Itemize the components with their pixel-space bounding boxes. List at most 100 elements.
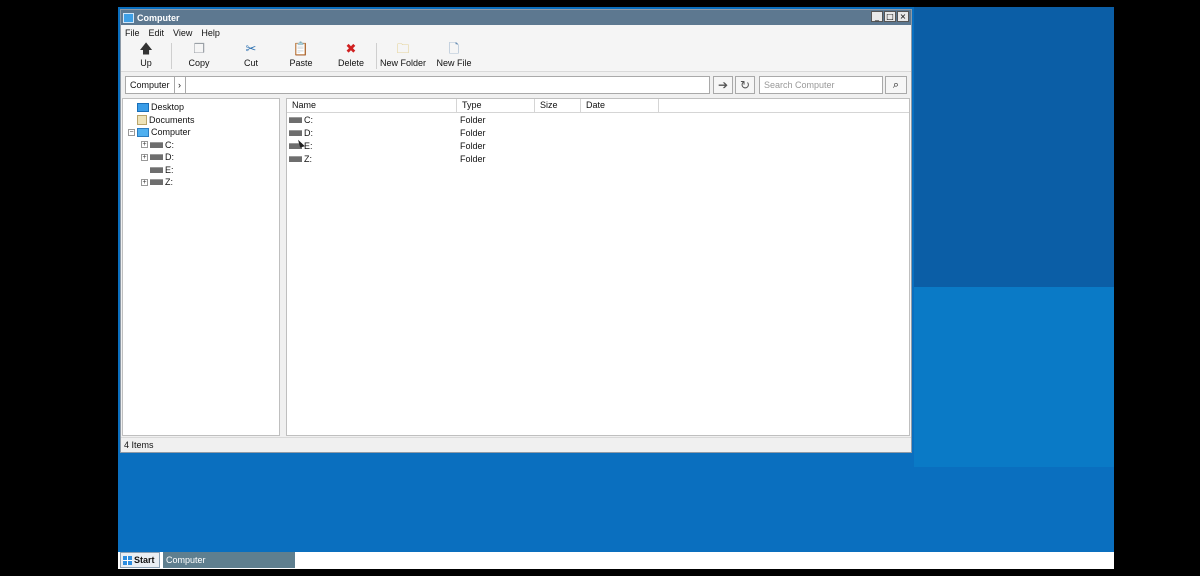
go-arrow-icon[interactable]: ➔ [713,76,733,94]
new-file-icon: 🗋 [448,42,460,57]
menu-edit[interactable]: Edit [149,28,165,38]
close-button[interactable]: × [897,11,909,22]
drive-icon [150,166,163,173]
table-row[interactable]: E: Folder [287,139,909,152]
drive-icon [289,129,302,136]
drive-icon [150,141,163,148]
menu-file[interactable]: File [125,28,140,38]
start-button[interactable]: Start [120,552,160,568]
tree-spacer [128,103,135,111]
menu-view[interactable]: View [173,28,192,38]
tree-item-label: Documents [149,114,195,125]
expand-toggle-icon[interactable]: − [128,128,135,136]
tree-item-d[interactable]: + D: [123,151,279,164]
address-input[interactable] [185,76,710,94]
drive-icon [150,154,163,161]
drive-icon [289,116,302,123]
copy-icon: ❐ [193,42,205,57]
windows-logo-icon [123,555,132,565]
tree-item-label: D: [165,152,174,163]
new-folder-button-label: New Folder [379,58,426,68]
table-row[interactable]: D: Folder [287,126,909,139]
desktop-wallpaper-panel [914,7,1114,287]
file-name: C: [304,114,313,125]
expand-toggle-icon[interactable]: + [141,178,148,186]
maximize-button[interactable]: □ [884,11,896,22]
drive-icon [150,179,163,186]
menu-help[interactable]: Help [201,28,220,38]
refresh-icon[interactable]: ↻ [735,76,755,94]
delete-icon: ✖ [345,42,357,57]
column-type[interactable]: Type [457,99,535,112]
tree-item-label: E: [165,164,174,175]
breadcrumb[interactable]: Computer › [125,76,186,94]
scissors-icon: ✂ [245,42,257,57]
cut-button-label: Cut [243,58,258,68]
new-file-button[interactable]: 🗋 New File [429,40,479,68]
taskbar: Start Computer [118,552,1114,569]
tree-item-documents[interactable]: Documents [123,114,279,127]
tree-item-label: Desktop [151,102,185,113]
new-folder-icon: 🗀 [396,42,410,57]
start-label: Start [134,555,155,565]
file-type: Folder [460,153,486,164]
tree-item-label: Z: [165,177,173,188]
paste-button[interactable]: 📋 Paste [276,40,326,68]
column-headers: Name Type Size Date [287,99,909,113]
new-folder-button[interactable]: 🗀 New Folder [377,40,429,68]
taskbar-item-label: Computer [166,555,206,565]
desktop-wallpaper-panel [914,287,1114,467]
table-row[interactable]: C: Folder [287,113,909,126]
cut-button[interactable]: ✂ Cut [226,40,276,68]
file-type: Folder [460,114,486,125]
table-row[interactable]: Z: Folder [287,152,909,165]
tree-item-desktop[interactable]: Desktop [123,101,279,114]
delete-button-label: Delete [337,58,364,68]
column-size[interactable]: Size [535,99,581,112]
tree-item-z[interactable]: + Z: [123,176,279,189]
drive-icon [289,155,302,162]
up-button-label: Up [140,58,152,68]
breadcrumb-computer[interactable]: Computer [126,80,174,90]
expand-toggle-icon[interactable]: + [141,153,148,161]
paste-icon: 📋 [292,42,310,57]
delete-button[interactable]: ✖ Delete [326,40,376,68]
file-name-cell: C: [287,115,457,125]
minimize-button[interactable]: _ [871,11,883,22]
file-name-cell: E: [287,141,457,151]
documents-icon [137,114,147,125]
copy-button[interactable]: ❐ Copy [172,40,226,68]
file-type: Folder [460,127,486,138]
file-name-cell: Z: [287,154,457,164]
new-file-button-label: New File [436,58,472,68]
up-button[interactable]: 🡅 Up [121,40,171,68]
toolbar: 🡅 Up ❐ Copy ✂ Cut 📋 Paste ✖ Delete 🗀 New… [121,40,911,72]
up-arrow-icon: 🡅 [139,42,153,57]
tree-item-computer[interactable]: − Computer [123,126,279,139]
item-count: 4 Items [124,440,154,450]
file-name: D: [304,127,313,138]
file-name: E: [304,140,313,151]
chevron-right-icon[interactable]: › [173,77,185,93]
search-input[interactable]: Search Computer [759,76,883,94]
paste-button-label: Paste [289,58,313,68]
tree-item-e[interactable]: E: [123,164,279,177]
tree-spacer [128,116,135,124]
column-date[interactable]: Date [581,99,659,112]
tree-item-label: Computer [151,127,191,138]
title-bar[interactable]: Computer _ □ × [121,10,911,25]
desktop-icon [137,102,149,112]
tree-item-c[interactable]: + C: [123,139,279,152]
file-list: Name Type Size Date C: Folder D: Folder E: Fo… [286,98,910,436]
window-title: Computer [137,12,180,23]
taskbar-item-computer[interactable]: Computer [163,552,295,568]
folder-tree: Desktop Documents − Computer + C: + D: E: + Z: [122,98,280,436]
copy-button-label: Copy [188,58,210,68]
computer-icon [123,12,134,23]
status-bar: 4 Items [121,437,911,452]
search-icon[interactable]: ⌕ [885,76,907,94]
column-name[interactable]: Name [287,99,457,112]
address-bar: Computer › ➔ ↻ Search Computer ⌕ [121,72,911,98]
expand-toggle-icon[interactable]: + [141,141,148,149]
computer-icon [137,127,149,137]
